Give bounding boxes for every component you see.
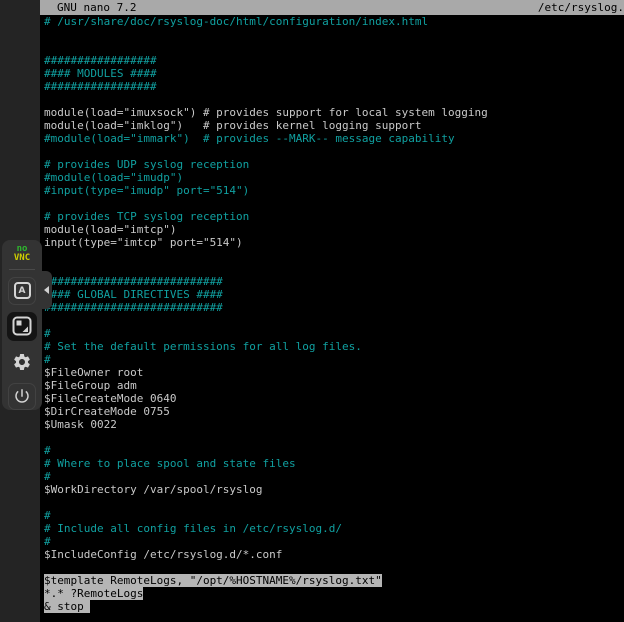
editor-line: $FileOwner root xyxy=(40,366,624,379)
novnc-control-bar: no VNC A xyxy=(2,240,42,410)
editor-line xyxy=(40,561,624,574)
power-icon xyxy=(13,387,31,405)
editor-line: $FileCreateMode 0640 xyxy=(40,392,624,405)
panel-divider xyxy=(9,269,35,270)
fullscreen-button[interactable] xyxy=(7,312,37,341)
editor-line: #### GLOBAL DIRECTIVES #### xyxy=(40,288,624,301)
editor-line: #### MODULES #### xyxy=(40,67,624,80)
novnc-logo-bottom: VNC xyxy=(14,254,30,263)
collapse-arrow-icon xyxy=(44,286,49,294)
gear-icon xyxy=(12,352,32,372)
editor-line: # Include all config files in /etc/rsysl… xyxy=(40,522,624,535)
editor-line: # xyxy=(40,509,624,522)
editor-line: # provides TCP syslog reception xyxy=(40,210,624,223)
editor-line: # xyxy=(40,470,624,483)
editor-line: input(type="imtcp" port="514") xyxy=(40,236,624,249)
control-bar-handle[interactable] xyxy=(41,271,52,309)
editor-line: & stop xyxy=(40,600,624,613)
editor-line: #module(load="imudp") xyxy=(40,171,624,184)
editor-text-area[interactable]: # /usr/share/doc/rsyslog-doc/html/config… xyxy=(40,15,624,613)
editor-line xyxy=(40,314,624,327)
editor-line: $WorkDirectory /var/spool/rsyslog xyxy=(40,483,624,496)
power-button[interactable] xyxy=(8,383,36,411)
editor-line: module(load="imklog") # provides kernel … xyxy=(40,119,624,132)
editor-line xyxy=(40,249,624,262)
editor-line: ########################### xyxy=(40,301,624,314)
keyboard-icon: A xyxy=(14,282,31,299)
editor-line: ################# xyxy=(40,80,624,93)
editor-line xyxy=(40,93,624,106)
nano-titlebar: GNU nano 7.2 /etc/rsyslog. xyxy=(40,0,624,15)
editor-line: ################# xyxy=(40,54,624,67)
editor-line: *.* ?RemoteLogs xyxy=(40,587,624,600)
editor-line: #module(load="immark") # provides --MARK… xyxy=(40,132,624,145)
settings-button[interactable] xyxy=(8,348,36,376)
novnc-logo: no VNC xyxy=(14,245,30,263)
editor-line xyxy=(40,262,624,275)
editor-line: $Umask 0022 xyxy=(40,418,624,431)
editor-line xyxy=(40,145,624,158)
editor-line: $IncludeConfig /etc/rsyslog.d/*.conf xyxy=(40,548,624,561)
editor-line: #input(type="imudp" port="514") xyxy=(40,184,624,197)
editor-line xyxy=(40,197,624,210)
editor-line xyxy=(40,28,624,41)
fullscreen-icon xyxy=(12,316,32,336)
editor-line: # Set the default permissions for all lo… xyxy=(40,340,624,353)
keyboard-button[interactable]: A xyxy=(8,277,36,305)
editor-line: # Where to place spool and state files xyxy=(40,457,624,470)
editor-line: # xyxy=(40,535,624,548)
nano-filename-label: /etc/rsyslog. xyxy=(538,0,624,15)
editor-line: module(load="imtcp") xyxy=(40,223,624,236)
editor-line: $DirCreateMode 0755 xyxy=(40,405,624,418)
editor-line: # xyxy=(40,327,624,340)
editor-line: # /usr/share/doc/rsyslog-doc/html/config… xyxy=(40,15,624,28)
editor-line: # xyxy=(40,353,624,366)
editor-line: # provides UDP syslog reception xyxy=(40,158,624,171)
editor-line: # xyxy=(40,444,624,457)
editor-line xyxy=(40,496,624,509)
editor-line: $template RemoteLogs, "/opt/%HOSTNAME%/r… xyxy=(40,574,624,587)
desktop: GNU nano 7.2 /etc/rsyslog. # /usr/share/… xyxy=(0,0,624,622)
terminal-window[interactable]: GNU nano 7.2 /etc/rsyslog. # /usr/share/… xyxy=(40,0,624,622)
editor-line: ########################### xyxy=(40,275,624,288)
nano-version-label: GNU nano 7.2 xyxy=(40,0,136,15)
editor-line xyxy=(40,41,624,54)
editor-line xyxy=(40,431,624,444)
editor-line: module(load="imuxsock") # provides suppo… xyxy=(40,106,624,119)
editor-line: $FileGroup adm xyxy=(40,379,624,392)
